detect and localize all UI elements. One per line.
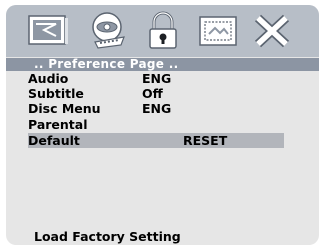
picture-frame-icon[interactable] bbox=[196, 10, 240, 52]
settings-panel: .. Preference Page .. Audio ENG Subtitle… bbox=[6, 5, 319, 245]
menu-item-default[interactable]: Default RESET bbox=[28, 133, 284, 148]
tv-screen-icon[interactable] bbox=[26, 10, 70, 52]
lock-icon[interactable] bbox=[141, 10, 185, 52]
menu-item-label: Subtitle bbox=[28, 86, 84, 101]
menu-item-value: ENG bbox=[142, 101, 172, 116]
menu-item-value: RESET bbox=[183, 133, 228, 148]
close-x-icon[interactable] bbox=[250, 10, 294, 52]
status-hint: Load Factory Setting bbox=[34, 229, 181, 244]
toolbar bbox=[6, 5, 319, 57]
menu-item-label: Default bbox=[28, 133, 80, 148]
page-title-bar: .. Preference Page .. bbox=[6, 58, 319, 71]
menu-item-label: Parental bbox=[28, 117, 88, 132]
menu-item-label: Disc Menu bbox=[28, 101, 101, 116]
page-title: .. Preference Page .. bbox=[34, 57, 179, 71]
menu-item-value: ENG bbox=[142, 71, 172, 86]
disc-audio-icon[interactable] bbox=[86, 10, 130, 52]
menu-item-label: Audio bbox=[28, 71, 69, 86]
menu-item-value: Off bbox=[142, 86, 163, 101]
status-hint-bar: Load Factory Setting bbox=[6, 227, 319, 245]
